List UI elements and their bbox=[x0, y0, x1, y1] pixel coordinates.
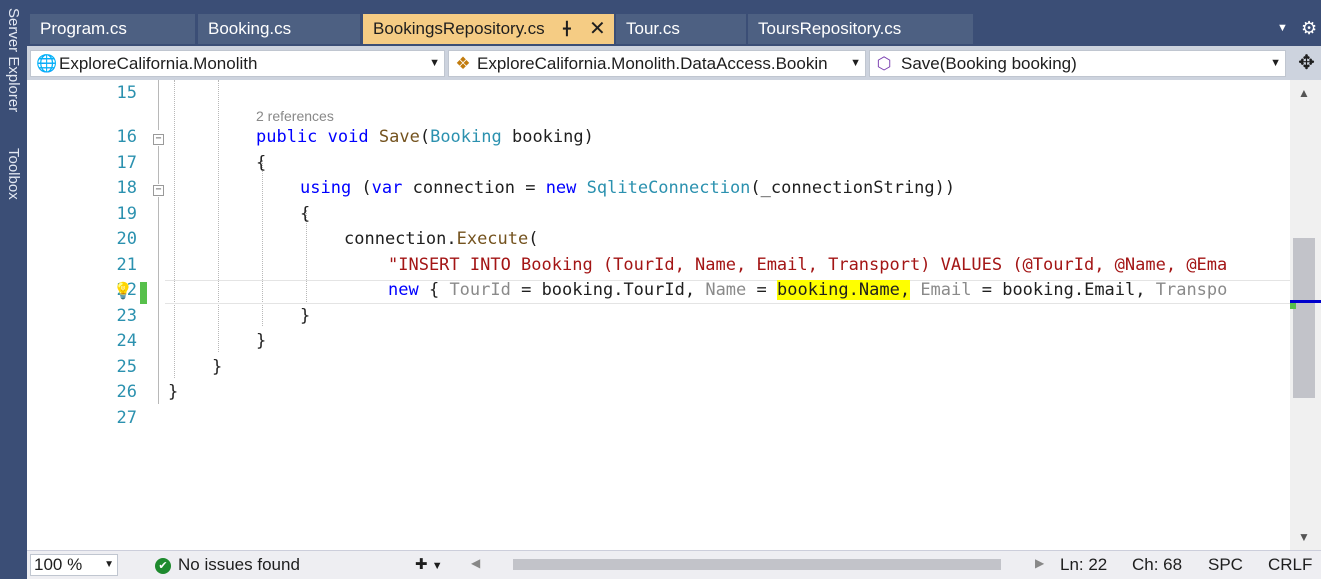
code-line: new { TourId = booking.TourId, Name = bo… bbox=[388, 280, 1228, 300]
spacing-indicator[interactable]: SPC bbox=[1208, 554, 1243, 576]
fold-line bbox=[158, 80, 159, 130]
code-line: connection.Execute( bbox=[344, 229, 539, 249]
code-line: { bbox=[256, 153, 267, 173]
vertical-scrollbar[interactable]: ▲ ▼ bbox=[1290, 80, 1321, 550]
code-line: } bbox=[300, 306, 311, 326]
tab-program-cs[interactable]: Program.cs bbox=[30, 14, 195, 44]
member-dropdown[interactable]: ⬡ Save(Booking booking) ▼ bbox=[869, 50, 1286, 77]
globe-icon: 🌐 bbox=[36, 54, 58, 73]
code-line: public void Save(Booking booking) bbox=[256, 127, 594, 147]
navigation-bar: 🌐 ExploreCalifornia.Monolith ▼ ❖ Explore… bbox=[27, 46, 1321, 80]
issues-indicator[interactable]: ✔ No issues found bbox=[155, 554, 300, 576]
tab-label: Program.cs bbox=[40, 19, 127, 38]
class-icon: ❖ bbox=[455, 54, 471, 73]
chevron-down-icon: ▼ bbox=[1270, 57, 1281, 69]
line-indicator[interactable]: Ln: 22 bbox=[1060, 554, 1107, 576]
toolbox-tab[interactable]: Toolbox bbox=[5, 148, 22, 200]
scroll-thumb[interactable] bbox=[1293, 238, 1315, 398]
project-dropdown[interactable]: 🌐 ExploreCalifornia.Monolith ▼ bbox=[30, 50, 445, 77]
tab-booking-cs[interactable]: Booking.cs bbox=[198, 14, 360, 44]
tab-label: ToursRepository.cs bbox=[758, 19, 902, 38]
line-number: 15 bbox=[116, 83, 137, 103]
line-number: 18 bbox=[116, 178, 137, 198]
scroll-right-icon[interactable]: ▶ bbox=[1035, 556, 1044, 570]
line-number: 23 bbox=[116, 306, 137, 326]
fold-line bbox=[158, 146, 159, 184]
collapse-icon[interactable]: − bbox=[153, 185, 164, 196]
tab-tour-cs[interactable]: Tour.cs bbox=[616, 14, 746, 44]
code-line: "INSERT INTO Booking (TourId, Name, Emai… bbox=[388, 255, 1228, 275]
indent-guide bbox=[174, 80, 175, 378]
zoom-dropdown[interactable]: 100 % ▼ bbox=[30, 554, 118, 576]
chevron-down-icon: ▼ bbox=[104, 559, 114, 570]
change-marker bbox=[1290, 303, 1296, 309]
line-ending-indicator[interactable]: CRLF bbox=[1268, 554, 1312, 576]
document-tab-bar: Program.cs Booking.cs BookingsRepository… bbox=[27, 0, 1321, 46]
line-number: 20 bbox=[116, 229, 137, 249]
chevron-down-icon[interactable]: ▼ bbox=[1277, 22, 1288, 34]
line-number: 21 bbox=[116, 255, 137, 275]
scroll-thumb[interactable] bbox=[513, 559, 1001, 570]
side-panel-strip: Server Explorer Toolbox bbox=[0, 0, 27, 579]
line-number: 26 bbox=[116, 382, 137, 402]
project-name: ExploreCalifornia.Monolith bbox=[59, 54, 258, 73]
broom-icon: ✚ bbox=[415, 556, 428, 573]
fold-line bbox=[158, 197, 159, 354]
scroll-left-icon[interactable]: ◀ bbox=[471, 556, 480, 570]
chevron-down-icon: ▼ bbox=[429, 57, 440, 69]
tab-bookingsrepository-cs[interactable]: BookingsRepository.cs ╋ ✕ bbox=[363, 14, 614, 44]
code-line: } bbox=[256, 331, 267, 351]
line-number: 16 bbox=[116, 127, 137, 147]
tab-label: Tour.cs bbox=[626, 19, 680, 38]
member-name: Save(Booking booking) bbox=[901, 54, 1077, 73]
pin-icon[interactable]: ╋ bbox=[563, 14, 571, 44]
type-name: ExploreCalifornia.Monolith.DataAccess.Bo… bbox=[477, 54, 828, 73]
code-line: } bbox=[212, 357, 223, 377]
scroll-down-icon[interactable]: ▼ bbox=[1298, 530, 1310, 544]
split-window-icon[interactable]: ✥ bbox=[1292, 50, 1321, 77]
type-dropdown[interactable]: ❖ ExploreCalifornia.Monolith.DataAccess.… bbox=[448, 50, 866, 77]
close-icon[interactable]: ✕ bbox=[589, 14, 606, 44]
codelens-references[interactable]: 2 references bbox=[256, 108, 334, 124]
editor-status-bar: 100 % ▼ ✔ No issues found ✚ ▼ ◀ ▶ Ln: 22 … bbox=[27, 550, 1321, 579]
code-editor[interactable]: 15 16 17 18 19 20 21 22 23 24 25 26 27 −… bbox=[27, 80, 1290, 550]
change-indicator bbox=[140, 282, 147, 304]
issues-text: No issues found bbox=[178, 555, 300, 574]
method-icon: ⬡ bbox=[876, 54, 892, 73]
collapse-icon[interactable]: − bbox=[153, 134, 164, 145]
line-number: 25 bbox=[116, 357, 137, 377]
tab-toursrepository-cs[interactable]: ToursRepository.cs bbox=[748, 14, 973, 44]
column-indicator[interactable]: Ch: 68 bbox=[1132, 554, 1182, 576]
indent-guide bbox=[218, 80, 219, 352]
scroll-up-icon[interactable]: ▲ bbox=[1298, 86, 1310, 100]
line-number: 19 bbox=[116, 204, 137, 224]
server-explorer-tab[interactable]: Server Explorer bbox=[5, 8, 22, 112]
tab-label: Booking.cs bbox=[208, 19, 292, 38]
code-line: using (var connection = new SqliteConnec… bbox=[300, 178, 956, 198]
check-circle-icon: ✔ bbox=[155, 557, 171, 574]
code-line: { bbox=[300, 204, 311, 224]
fold-line bbox=[158, 354, 159, 404]
code-cleanup-button[interactable]: ✚ ▼ bbox=[415, 554, 443, 577]
chevron-down-icon: ▼ bbox=[431, 560, 443, 572]
gear-icon[interactable]: ⚙ bbox=[1301, 18, 1317, 39]
chevron-down-icon: ▼ bbox=[850, 57, 861, 69]
horizontal-scrollbar[interactable]: ◀ ▶ bbox=[467, 551, 1102, 579]
line-number: 24 bbox=[116, 331, 137, 351]
zoom-level: 100 % bbox=[34, 555, 83, 574]
lightbulb-icon[interactable]: 💡 bbox=[113, 281, 133, 301]
line-number: 27 bbox=[116, 408, 137, 428]
line-number: 17 bbox=[116, 153, 137, 173]
highlighted-selection: booking.Name, bbox=[777, 280, 911, 300]
tab-label: BookingsRepository.cs bbox=[373, 19, 545, 38]
code-line: } bbox=[168, 382, 179, 402]
